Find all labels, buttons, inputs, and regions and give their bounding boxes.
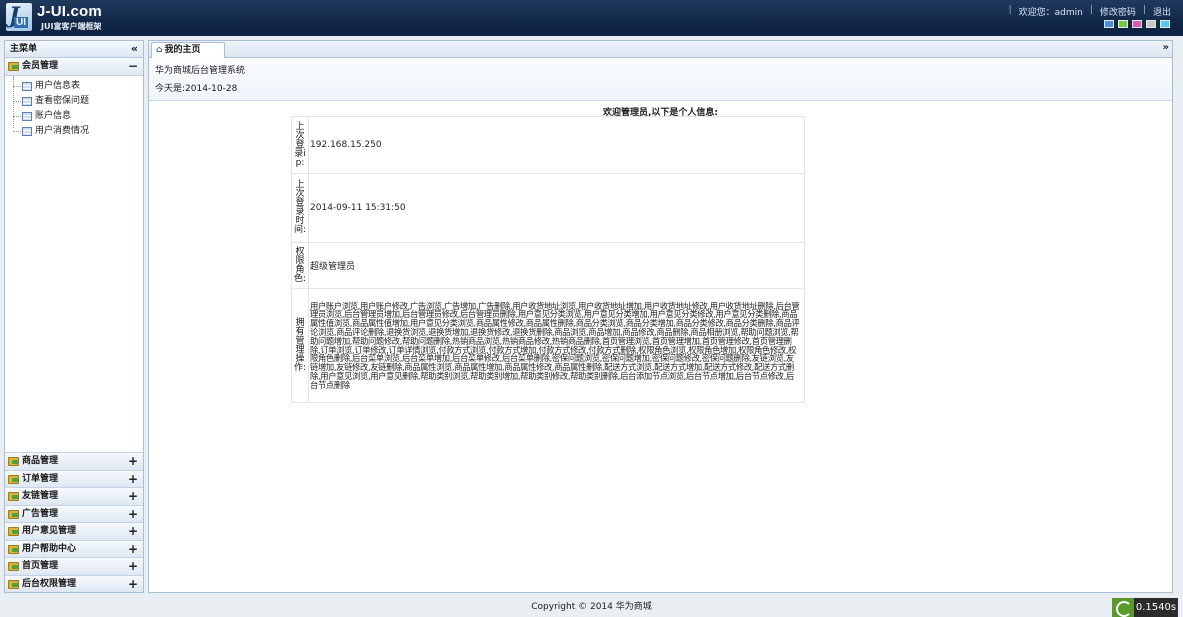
folder-icon	[8, 457, 19, 466]
expand-toggle-icon[interactable]: +	[128, 471, 138, 488]
table-icon	[22, 111, 32, 121]
collapsed-accordion-list: 商品管理 + 订单管理 + 友链管理 + 广告管理 + 用户意见管理 + 用户帮助中心 + …	[5, 452, 143, 592]
accordion-header-goods[interactable]: 商品管理 +	[5, 452, 143, 470]
profile-key: 权限角色:	[290, 242, 310, 289]
folder-icon	[8, 562, 19, 571]
profile-value: 2014-09-11 15:31:50	[308, 173, 805, 243]
accordion-header-orders[interactable]: 订单管理 +	[5, 469, 143, 488]
table-row: 权限角色: 超级管理员	[290, 242, 805, 289]
theme-swatch-blue[interactable]	[1104, 20, 1114, 28]
folder-icon	[8, 509, 19, 519]
sidebar-title: 主菜单	[10, 44, 38, 54]
accordion-header-permissions[interactable]: 后台权限管理 +	[5, 574, 143, 593]
sidebar-item-user-info[interactable]: 用户信息表	[13, 79, 143, 94]
brand-title: J-UI.com	[37, 3, 102, 20]
table-row: 上次登录ip: 192.168.15.250	[290, 116, 805, 174]
table-icon	[22, 126, 32, 136]
collapse-toggle-icon[interactable]: −	[128, 58, 138, 75]
profile-value: 用户账户浏览,用户账户修改,广告浏览,广告增加,广告删除,用户收货地址浏览,用户…	[308, 288, 805, 403]
accordion-header-homepage[interactable]: 首页管理 +	[5, 557, 143, 575]
profile-value: 192.168.15.250	[308, 116, 805, 174]
profile-key: 上次登录ip:	[290, 116, 310, 174]
system-name: 华为商城后台管理系统	[155, 66, 246, 76]
top-nav: | 欢迎您：admin | 修改密码 | 退出	[1009, 5, 1171, 18]
timer-value: 0.1540s	[1134, 598, 1178, 617]
tab-bar: ⌂ 我的主页 »	[149, 41, 1172, 58]
accordion-header-feedback[interactable]: 用户意见管理 +	[5, 522, 143, 540]
today-date: 今天是:2014-10-28	[155, 84, 238, 94]
expand-toggle-icon[interactable]: +	[128, 558, 138, 575]
sidebar-item-label: 账户信息	[35, 110, 72, 121]
profile-table: 上次登录ip: 192.168.15.250 上次登录时间: 2014-09-1…	[290, 116, 805, 403]
table-icon	[22, 81, 32, 91]
accordion-header-links[interactable]: 友链管理 +	[5, 487, 143, 505]
table-row: 拥有管理操作: 用户账户浏览,用户账户修改,广告浏览,广告增加,广告删除,用户收…	[290, 288, 805, 403]
expand-toggle-icon[interactable]: +	[128, 453, 138, 470]
change-password-link[interactable]: 修改密码	[1100, 5, 1136, 18]
profile-value: 超级管理员	[308, 242, 805, 289]
folder-icon	[8, 474, 19, 484]
theme-swatch-purple[interactable]	[1132, 20, 1142, 28]
accordion-label: 后台权限管理	[22, 578, 77, 589]
accordion-label: 商品管理	[22, 456, 59, 466]
logo-mark-text: UI	[14, 17, 28, 28]
main-panel: ⌂ 我的主页 » 华为商城后台管理系统 今天是:2014-10-28 欢迎管理员,…	[148, 40, 1173, 593]
accordion-label: 广告管理	[22, 508, 59, 519]
sidebar-item-consumption[interactable]: 用户消费情况	[13, 124, 143, 139]
footer-copyright: Copyright © 2014 华为商城	[531, 602, 652, 612]
theme-swatch-azure[interactable]	[1160, 20, 1170, 28]
accordion-label: 用户帮助中心	[22, 543, 77, 554]
expand-toggle-icon[interactable]: +	[128, 488, 138, 505]
timer-icon	[1112, 598, 1134, 617]
sidebar-item-label: 用户消费情况	[35, 125, 90, 136]
table-icon	[22, 96, 32, 106]
sidebar-item-account-info[interactable]: 账户信息	[13, 109, 143, 124]
nav-separator: |	[1142, 5, 1146, 15]
member-menu-tree: 用户信息表 查看密保问题 账户信息 用户消费情况	[5, 75, 143, 139]
table-row: 上次登录时间: 2014-09-11 15:31:50	[290, 173, 805, 243]
accordion-header-member[interactable]: 会员管理 −	[5, 58, 143, 76]
folder-icon	[8, 62, 19, 71]
sidebar: 主菜单 « 会员管理 − 用户信息表 查看密保问题 账户信息 用户消费情况 商品…	[4, 40, 144, 593]
folder-icon	[8, 579, 19, 589]
expand-toggle-icon[interactable]: +	[128, 523, 138, 540]
sidebar-collapse-icon[interactable]: «	[131, 41, 138, 57]
profile-key: 上次登录时间:	[290, 173, 310, 243]
theme-swatch-green[interactable]	[1118, 20, 1128, 28]
brand-subtitle: JUI富客户端框架	[41, 22, 102, 31]
accordion-label: 友链管理	[22, 491, 59, 501]
render-timer: 0.1540s	[1112, 598, 1178, 617]
sidebar-item-security-questions[interactable]: 查看密保问题	[13, 94, 143, 109]
accordion-label: 首页管理	[22, 561, 59, 571]
app-header: J UI J-UI.com JUI富客户端框架 | 欢迎您：admin | 修改…	[0, 0, 1183, 36]
logout-link[interactable]: 退出	[1153, 5, 1171, 18]
expand-toggle-icon[interactable]: +	[128, 506, 138, 523]
theme-switcher	[1104, 20, 1170, 28]
theme-swatch-silver[interactable]	[1146, 20, 1156, 28]
profile-key: 拥有管理操作:	[290, 288, 310, 403]
folder-icon	[8, 527, 19, 536]
tab-list-menu-icon[interactable]: »	[1163, 42, 1169, 53]
accordion-header-ads[interactable]: 广告管理 +	[5, 504, 143, 523]
expand-toggle-icon[interactable]: +	[128, 576, 138, 593]
home-icon: ⌂	[156, 45, 163, 55]
nav-separator: |	[1008, 5, 1012, 15]
logo-mark-icon: J UI	[6, 3, 32, 31]
tab-my-home[interactable]: ⌂ 我的主页	[151, 42, 225, 58]
sidebar-item-label: 查看密保问题	[35, 95, 90, 106]
brand-logo[interactable]: J UI J-UI.com JUI富客户端框架	[6, 3, 116, 33]
welcome-text: 欢迎您：admin	[1018, 8, 1083, 18]
accordion-label: 用户意见管理	[22, 526, 77, 536]
accordion-label: 订单管理	[22, 473, 59, 484]
sidebar-item-label: 用户信息表	[35, 80, 81, 91]
folder-icon	[8, 492, 19, 501]
sidebar-header: 主菜单 «	[5, 41, 143, 58]
tab-label: 我的主页	[164, 45, 201, 55]
expand-toggle-icon[interactable]: +	[128, 541, 138, 558]
system-info-bar: 华为商城后台管理系统 今天是:2014-10-28	[149, 58, 1172, 101]
nav-separator: |	[1089, 5, 1093, 15]
accordion-label: 会员管理	[22, 61, 59, 71]
accordion-header-help[interactable]: 用户帮助中心 +	[5, 539, 143, 558]
folder-icon	[8, 544, 19, 554]
